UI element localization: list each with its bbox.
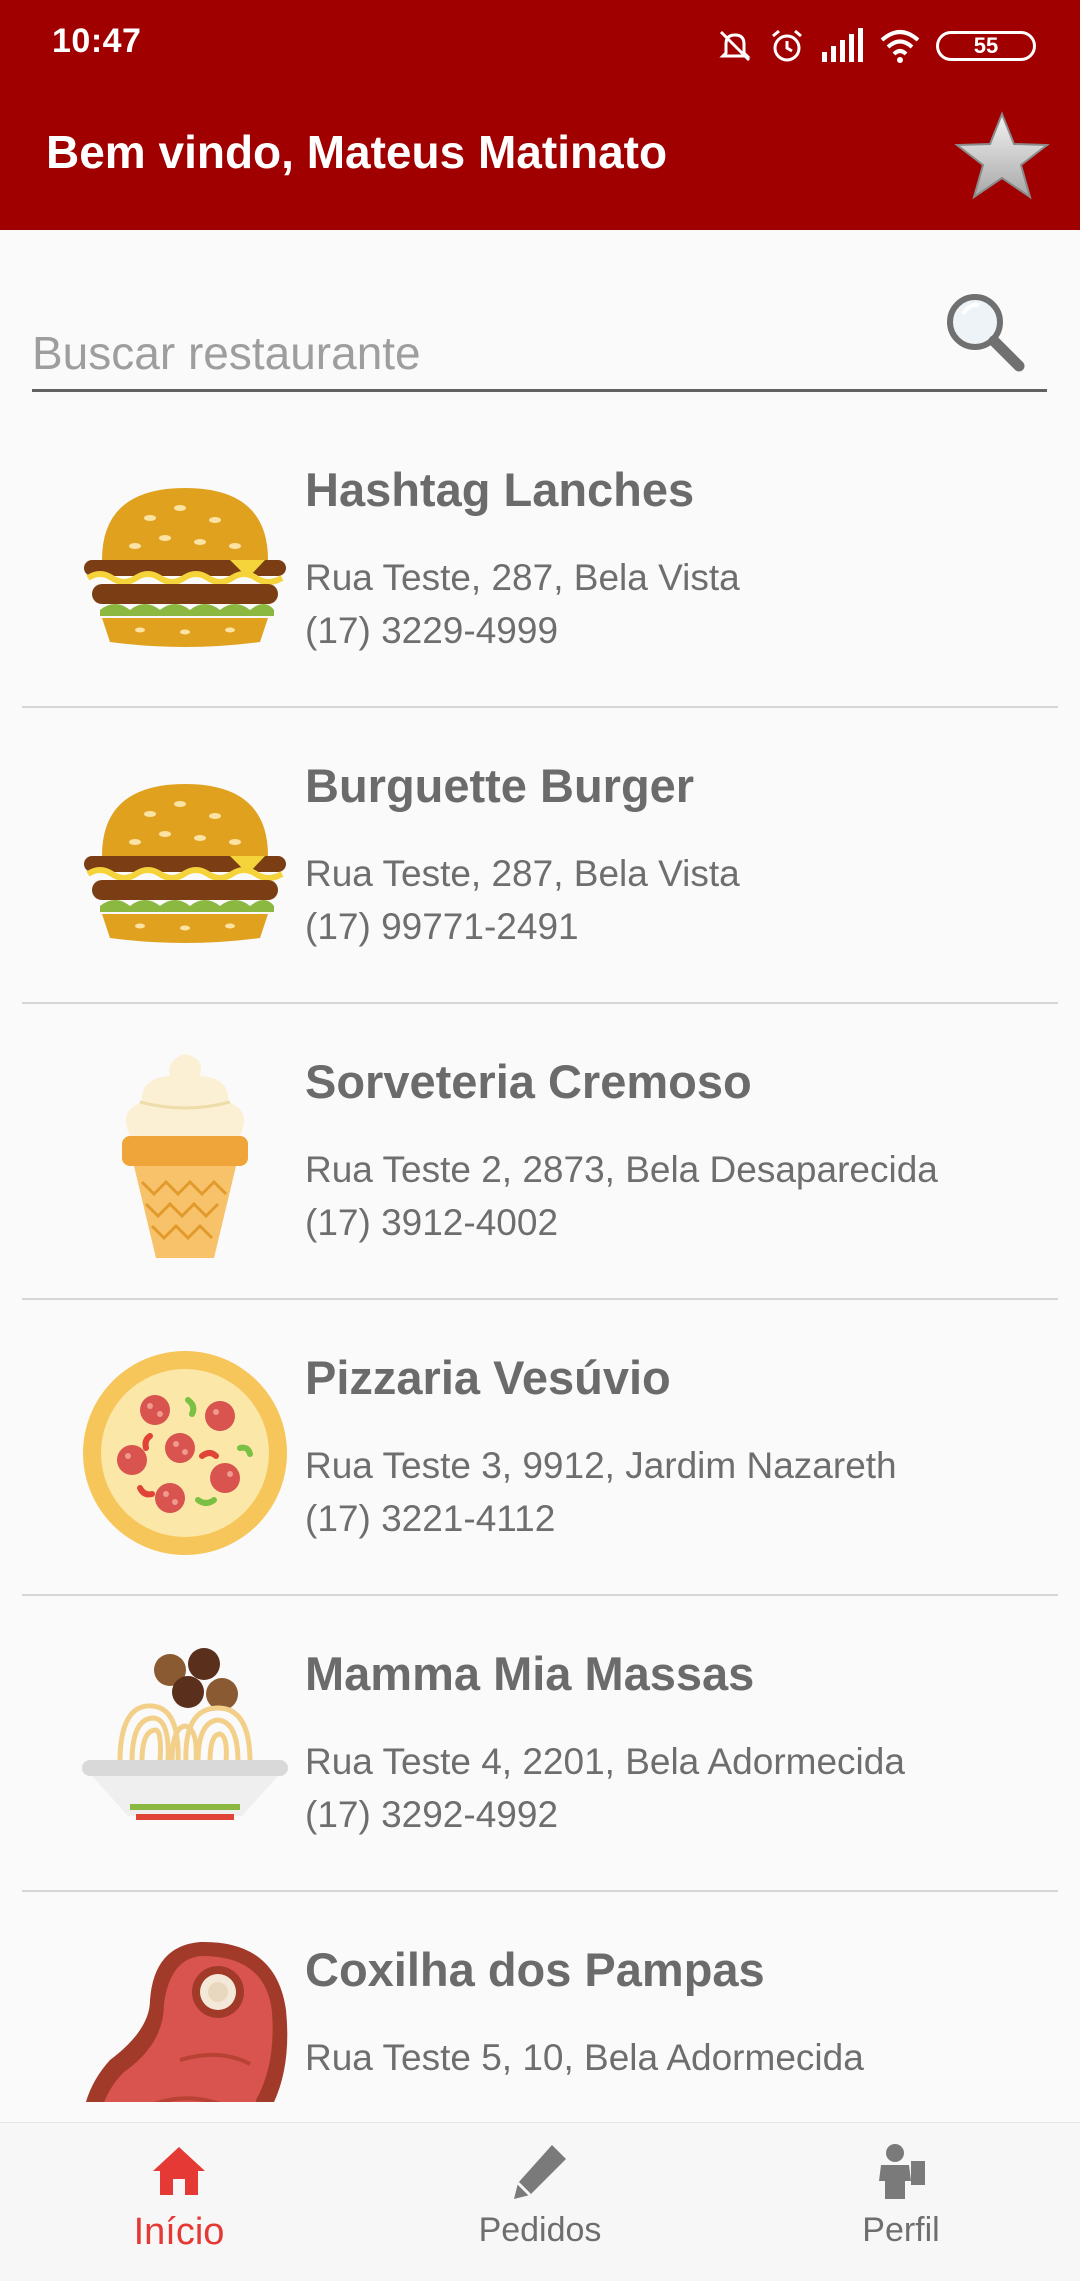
pencil-icon xyxy=(514,2145,566,2199)
restaurant-item[interactable]: Hashtag Lanches Rua Teste, 287, Bela Vis… xyxy=(22,412,1058,708)
restaurant-name: Sorveteria Cremoso xyxy=(305,1055,752,1108)
restaurant-phone: (17) 3221-4112 xyxy=(305,1498,556,1539)
restaurant-address: Rua Teste, 287, Bela Vista xyxy=(305,853,740,894)
restaurant-phone: (17) 3292-4992 xyxy=(305,1794,559,1835)
nav-label: Início xyxy=(133,2211,225,2253)
person-icon xyxy=(879,2144,925,2199)
nav-pedidos[interactable]: Pedidos xyxy=(425,2141,655,2271)
restaurant-phone: (17) 99771-2491 xyxy=(305,906,579,947)
silent-icon xyxy=(719,30,751,62)
restaurant-item[interactable]: Coxilha dos Pampas Rua Teste 5, 10, Bela… xyxy=(22,1892,1058,2102)
nav-inicio[interactable]: Início xyxy=(64,2141,294,2271)
restaurant-name: Burguette Burger xyxy=(305,759,695,812)
burger-icon xyxy=(84,784,286,943)
restaurant-item[interactable]: Pizzaria Vesúvio Rua Teste 3, 9912, Jard… xyxy=(22,1300,1058,1596)
restaurant-item[interactable]: Burguette Burger Rua Teste, 287, Bela Vi… xyxy=(22,708,1058,1004)
restaurant-name: Pizzaria Vesúvio xyxy=(305,1351,671,1404)
restaurant-phone: (17) 3912-4002 xyxy=(305,1202,559,1243)
alarm-icon xyxy=(772,29,802,62)
ice-cream-icon xyxy=(122,1054,248,1258)
home-icon xyxy=(153,2147,205,2195)
restaurant-name: Hashtag Lanches xyxy=(305,463,695,516)
search-icon[interactable] xyxy=(939,286,1029,376)
battery-indicator: 55 xyxy=(936,31,1036,61)
restaurant-list: Hashtag Lanches Rua Teste, 287, Bela Vis… xyxy=(0,412,1080,2102)
restaurant-name: Mamma Mia Massas xyxy=(305,1647,755,1700)
restaurant-address: Rua Teste 5, 10, Bela Adormecida xyxy=(305,2037,864,2078)
restaurant-address: Rua Teste 2, 2873, Bela Desaparecida xyxy=(305,1149,938,1190)
restaurant-phone: (17) 3229-4999 xyxy=(305,610,559,651)
nav-perfil[interactable]: Perfil xyxy=(786,2141,1016,2271)
welcome-title: Bem vindo, Mateus Matinato xyxy=(46,126,668,178)
app-bar: 10:47 55 Bem vindo, Mateus Matinato xyxy=(0,0,1080,230)
star-icon[interactable] xyxy=(952,110,1052,200)
bottom-navigation: Início Pedidos Perfil xyxy=(0,2122,1080,2281)
steak-icon xyxy=(86,1941,288,2102)
signal-icon xyxy=(822,28,863,62)
nav-label: Pedidos xyxy=(478,2211,602,2249)
restaurant-address: Rua Teste, 287, Bela Vista xyxy=(305,557,740,598)
status-icons: 55 xyxy=(716,24,1036,68)
status-time: 10:47 xyxy=(52,22,142,60)
restaurant-name: Coxilha dos Pampas xyxy=(305,1943,765,1996)
search-bar xyxy=(32,268,1047,392)
search-input[interactable] xyxy=(32,318,912,388)
pizza-icon xyxy=(83,1351,287,1555)
burger-icon xyxy=(84,488,286,647)
wifi-icon xyxy=(880,30,920,63)
restaurant-item[interactable]: Sorveteria Cremoso Rua Teste 2, 2873, Be… xyxy=(22,1004,1058,1300)
pasta-icon xyxy=(82,1648,288,1820)
restaurant-address: Rua Teste 3, 9912, Jardim Nazareth xyxy=(305,1445,897,1486)
nav-label: Perfil xyxy=(862,2211,940,2249)
restaurant-address: Rua Teste 4, 2201, Bela Adormecida xyxy=(305,1741,905,1782)
restaurant-item[interactable]: Mamma Mia Massas Rua Teste 4, 2201, Bela… xyxy=(22,1596,1058,1892)
